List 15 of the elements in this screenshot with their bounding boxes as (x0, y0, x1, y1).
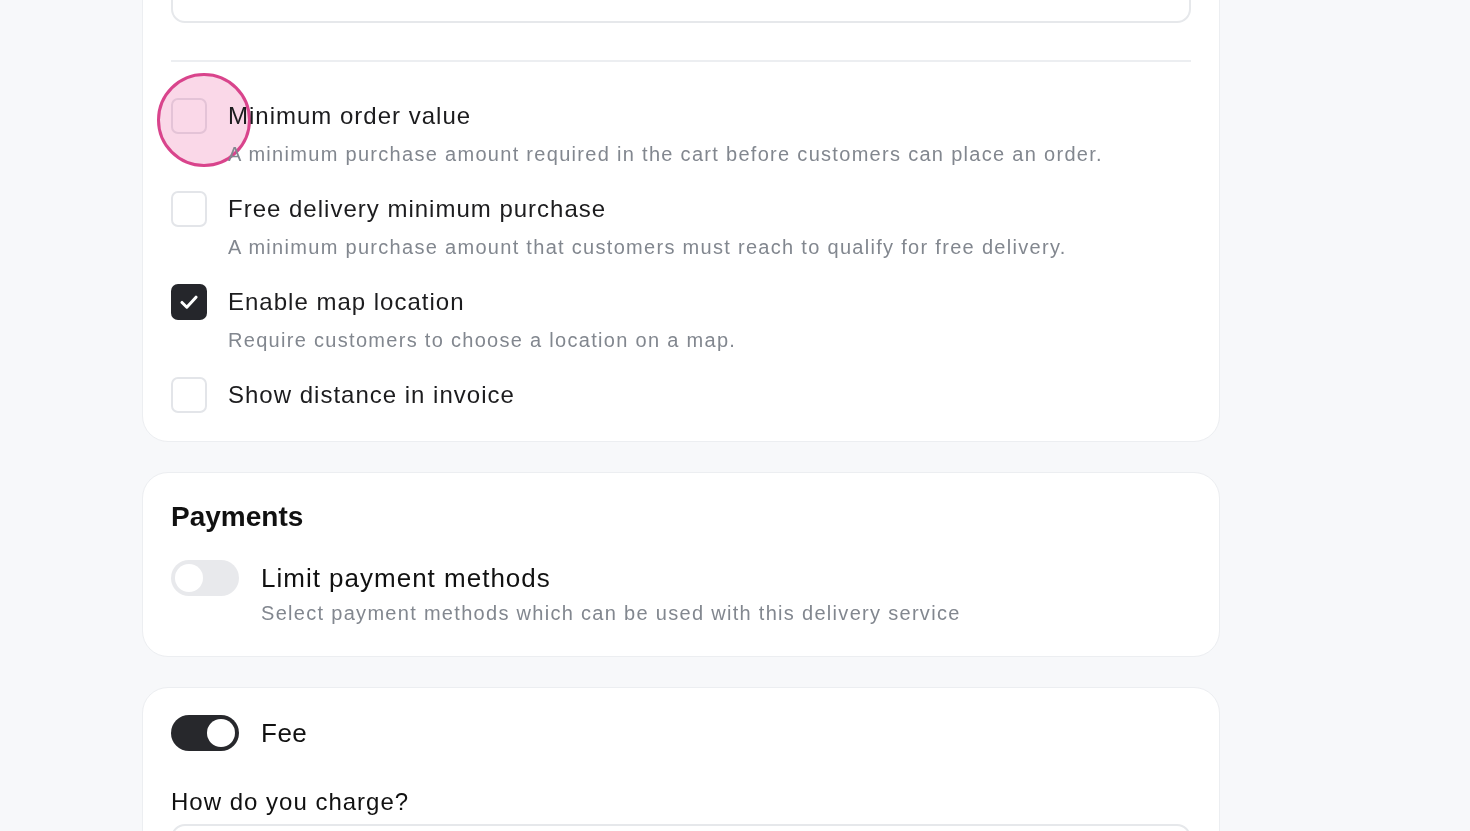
toggle-label: Limit payment methods (261, 562, 552, 595)
checkbox[interactable] (171, 377, 207, 413)
checkbox[interactable] (171, 284, 207, 320)
field-label: How do you charge? (171, 787, 411, 817)
checkbox[interactable] (171, 191, 207, 227)
option-label: Enable map location (228, 287, 466, 317)
option-description: A minimum purchase amount that customers must reach to qualify for free delivery. (228, 235, 1067, 260)
toggle-label: Fee (261, 717, 308, 750)
check-icon (180, 295, 198, 309)
toggle-description: Select payment methods which can be used with this delivery service (261, 601, 961, 626)
option-label: Free delivery minimum purchase (228, 194, 608, 224)
section-title: Payments (171, 500, 305, 534)
option-description: Require customers to choose a location on a map. (228, 328, 737, 353)
option-label: Show distance in invoice (228, 380, 515, 410)
toggle-switch[interactable] (171, 715, 239, 751)
